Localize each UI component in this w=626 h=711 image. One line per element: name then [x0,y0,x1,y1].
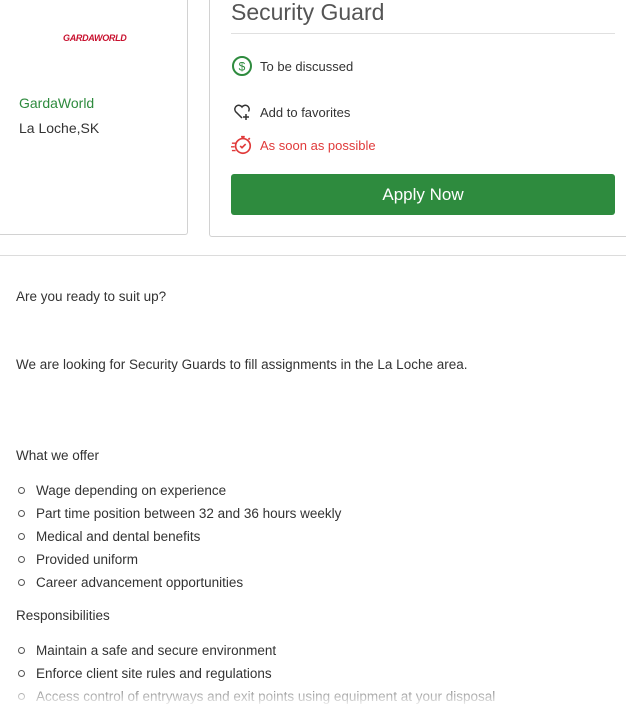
heart-plus-icon [231,101,253,123]
salary-text: To be discussed [260,58,354,74]
responsibilities-heading: Responsibilities [16,608,110,623]
list-item: Career advancement opportunities [16,574,341,597]
add-to-favorites-button[interactable]: Add to favorites [231,101,350,123]
job-summary-card: Security Guard $ To be discussed Add to … [209,0,626,237]
description-looking: We are looking for Security Guards to fi… [16,357,468,372]
salary-row: $ To be discussed [231,55,353,77]
offer-heading: What we offer [16,448,100,463]
stopwatch-icon [231,134,253,156]
apply-now-button[interactable]: Apply Now [231,174,615,215]
company-logo[interactable]: GARDAWORLD [63,33,127,43]
list-item: Medical and dental benefits [16,528,341,551]
start-date-row: As soon as possible [231,134,376,156]
add-to-favorites-label: Add to favorites [260,104,351,120]
list-item: Wage depending on experience [16,482,341,505]
list-item: Access control of entryways and exit poi… [16,688,495,711]
description-intro: Are you ready to suit up? [16,289,167,304]
company-location: La Loche,SK [19,120,100,136]
list-item: Part time position between 32 and 36 hou… [16,505,341,528]
title-divider [231,33,615,34]
list-item: Maintain a safe and secure environment [16,642,495,665]
responsibilities-list: Maintain a safe and secure environment E… [16,642,495,711]
start-date-text: As soon as possible [260,137,376,153]
dollar-circle-icon: $ [231,55,253,77]
job-title: Security Guard [231,0,385,25]
list-item: Provided uniform [16,551,341,574]
svg-text:$: $ [239,60,246,74]
company-card: GARDAWORLD GardaWorld La Loche,SK [0,0,188,235]
offer-list: Wage depending on experience Part time p… [16,482,341,597]
list-item: Enforce client site rules and regulation… [16,665,495,688]
company-name-link[interactable]: GardaWorld [19,95,94,111]
section-divider [0,255,626,256]
